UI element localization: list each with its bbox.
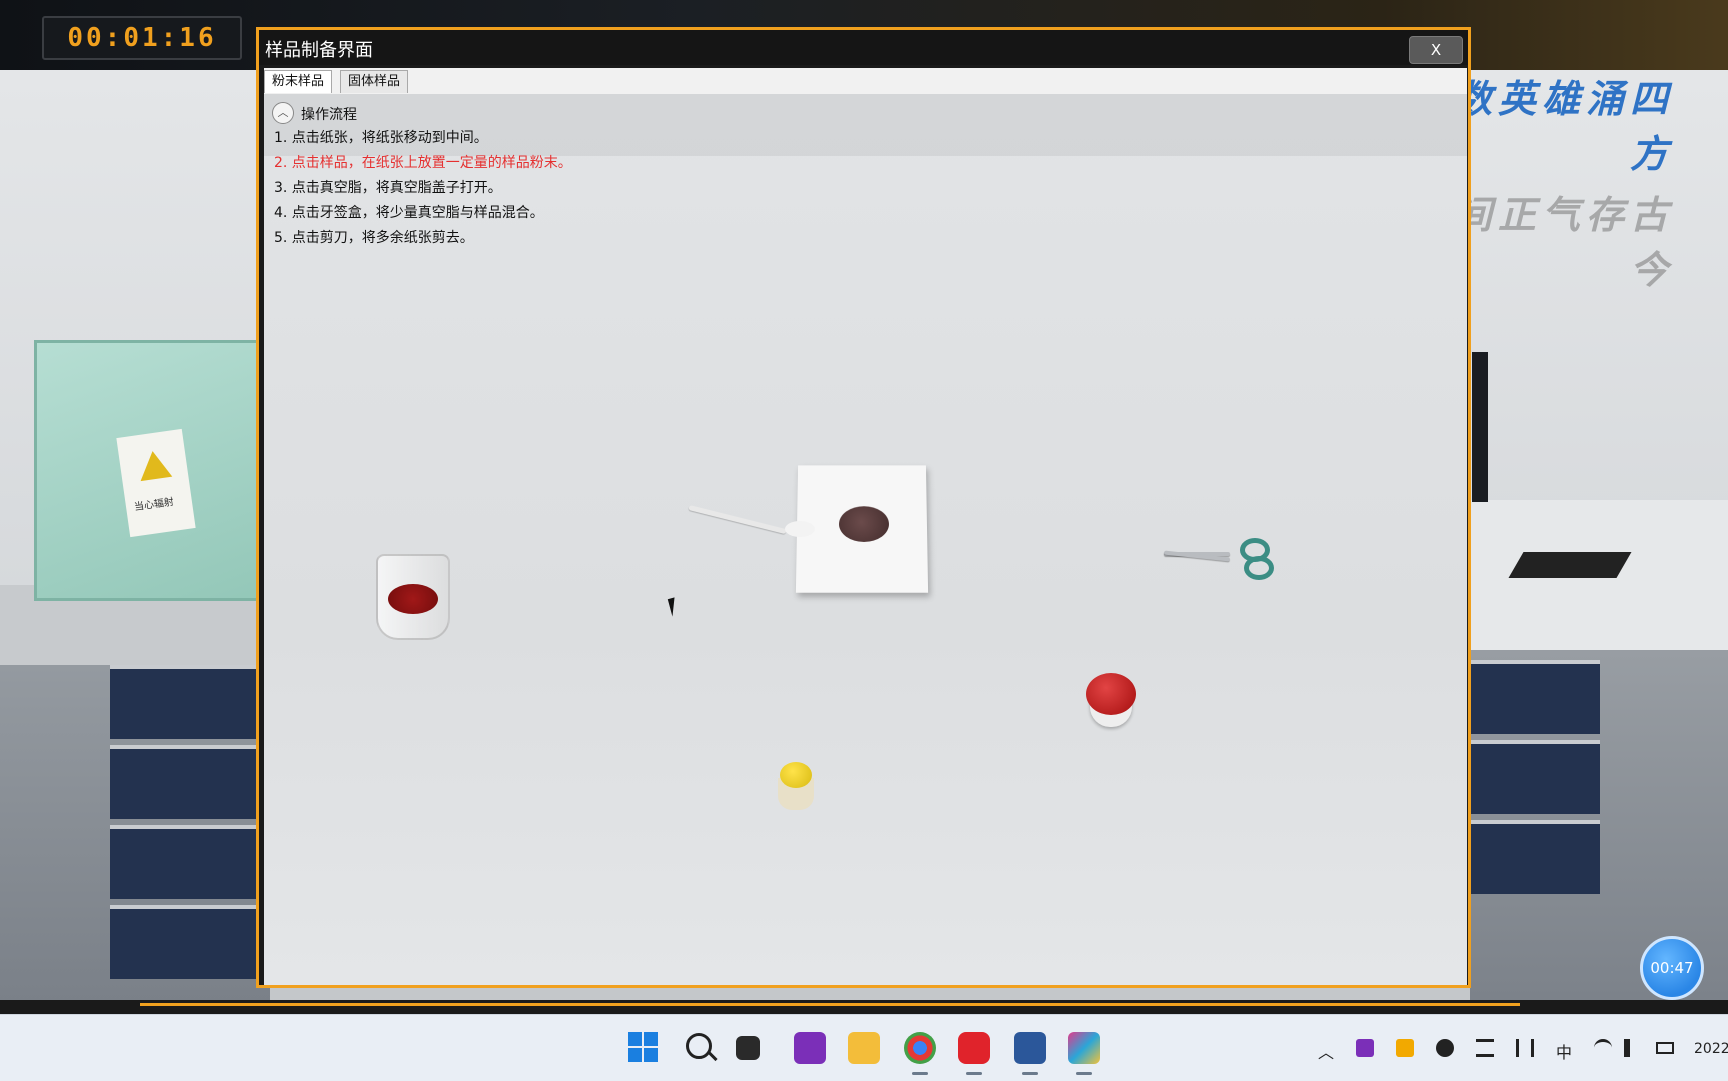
onenote-tray-icon[interactable] xyxy=(1356,1039,1374,1057)
vacuum-grease-jar[interactable] xyxy=(1086,673,1136,729)
drawer xyxy=(1470,820,1600,894)
procedure-step-2: 2. 点击样品，在纸张上放置一定量的样品粉末。 xyxy=(274,155,572,171)
windows-start-icon[interactable] xyxy=(628,1032,660,1064)
sample-beaker[interactable] xyxy=(376,554,450,640)
battery-icon[interactable] xyxy=(1656,1042,1674,1054)
taskbar: ︿ 中 2022 xyxy=(0,1014,1728,1081)
procedure-step-3: 3. 点击真空脂，将真空脂盖子打开。 xyxy=(274,180,502,196)
onenote-icon[interactable] xyxy=(794,1032,826,1064)
preparation-workspace: ︿ 操作流程 1. 点击纸张，将纸张移动到中间。 2. 点击样品，在纸张上放置一… xyxy=(264,94,1467,985)
procedure-title: 操作流程 xyxy=(301,107,357,123)
close-button[interactable]: X xyxy=(1409,36,1463,64)
procedure-step-1: 1. 点击纸张，将纸张移动到中间。 xyxy=(274,130,488,146)
chevron-up-icon[interactable]: ︿ xyxy=(1318,1039,1334,1063)
physics-lab-app-icon[interactable] xyxy=(1068,1032,1100,1075)
elapsed-timer: 00:01:16 xyxy=(42,16,242,60)
radiation-hazard-icon xyxy=(136,448,173,482)
collapse-icon[interactable]: ︿ xyxy=(272,102,294,124)
sample-type-tabs: 粉末样品 固体样品 xyxy=(264,68,1467,94)
toothpick-box[interactable] xyxy=(778,762,814,812)
drawer xyxy=(1470,660,1600,734)
tray-clock[interactable]: 2022 xyxy=(1694,1041,1728,1057)
word-icon[interactable] xyxy=(1014,1032,1046,1075)
dialog-title: 样品制备界面 xyxy=(265,40,373,61)
drawer xyxy=(110,905,270,979)
language-indicator[interactable]: 中 xyxy=(1556,1039,1572,1063)
left-lab-counter xyxy=(0,585,270,1005)
mouse-cursor-icon xyxy=(667,597,680,617)
sample-preparation-dialog: 样品制备界面 X 粉末样品 固体样品 ︿ 操作流程 1. 点击纸张，将纸张移动到… xyxy=(256,27,1471,988)
settings-toggle-icon[interactable] xyxy=(1476,1039,1494,1057)
file-explorer-icon[interactable] xyxy=(848,1032,880,1064)
radiation-label-text: 当心辐射 xyxy=(133,496,175,514)
mousepad xyxy=(1508,552,1632,578)
shield-tray-icon[interactable] xyxy=(1396,1039,1414,1057)
drawer xyxy=(110,745,270,819)
input-method-icon[interactable] xyxy=(1516,1039,1534,1057)
bottom-decoration-bar xyxy=(0,1000,1728,1014)
radiation-cabinet: 当心辐射 xyxy=(34,340,276,601)
drawer xyxy=(110,825,270,899)
wifi-icon[interactable] xyxy=(1594,1039,1612,1057)
tab-solid-sample[interactable]: 固体样品 xyxy=(340,70,409,93)
radiation-warning-label: 当心辐射 xyxy=(116,428,196,538)
scissors[interactable] xyxy=(1163,534,1284,584)
drawer xyxy=(110,665,270,739)
sample-spoon[interactable] xyxy=(688,499,909,539)
countdown-timer: 00:47 xyxy=(1640,936,1704,1000)
volume-icon[interactable] xyxy=(1624,1039,1642,1057)
tab-powder-sample[interactable]: 粉末样品 xyxy=(264,70,333,93)
qq-tray-icon[interactable] xyxy=(1436,1039,1454,1057)
task-view-icon[interactable] xyxy=(736,1036,760,1060)
netease-music-icon[interactable] xyxy=(958,1032,990,1075)
drawer xyxy=(1470,740,1600,814)
dialog-titlebar: 样品制备界面 X xyxy=(259,30,1468,65)
procedure-step-5: 5. 点击剪刀，将多余纸张剪去。 xyxy=(274,230,474,246)
chrome-icon[interactable] xyxy=(904,1032,936,1075)
procedure-step-4: 4. 点击牙签盒，将少量真空脂与样品混合。 xyxy=(274,205,544,221)
monitor-edge xyxy=(1472,352,1488,502)
search-icon[interactable] xyxy=(686,1033,712,1059)
